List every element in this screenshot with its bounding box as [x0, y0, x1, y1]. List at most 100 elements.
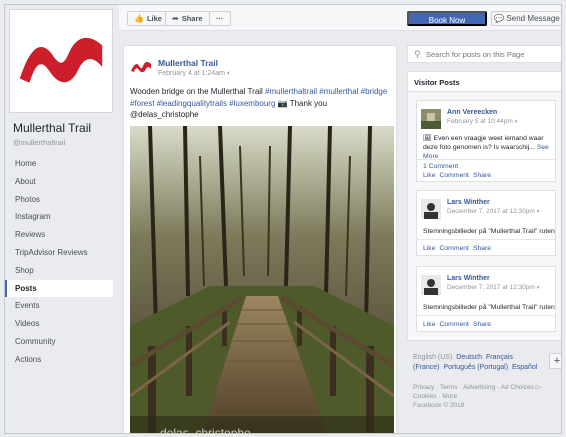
search-input[interactable]	[426, 48, 560, 61]
visitor-post-date-text: December 7, 2017 at 12:30pm	[447, 284, 535, 291]
footer-copyright: Facebook © 2018	[413, 402, 465, 409]
nav-item-tripadvisor-reviews[interactable]: TripAdvisor Reviews	[5, 244, 113, 262]
visitor-posts-title[interactable]: Visitor Posts	[414, 78, 460, 87]
photo-watermark: delas_christophe	[160, 426, 251, 434]
nav-item-about[interactable]: About	[5, 173, 113, 191]
messenger-icon: 💬	[494, 14, 507, 23]
comment-link[interactable]: Comment	[439, 321, 468, 328]
visitor-post: Lars Winther December 7, 2017 at 12:30pm…	[416, 190, 556, 256]
like-link[interactable]: Like	[423, 321, 435, 328]
globe-icon: ◐	[536, 208, 541, 215]
visitor-post: Ann Vereecken February 5 at 10:44pm ◐ 🖼 …	[416, 100, 556, 182]
nav-item-events[interactable]: Events	[5, 297, 113, 315]
send-message-label: Send Message	[506, 14, 560, 23]
comment-count-link[interactable]: 1 Comment	[423, 163, 458, 170]
post-text-part-1: Wooden bridge on the Mullerthal Trail	[130, 87, 266, 96]
nav-item-posts[interactable]: Posts	[5, 279, 113, 298]
left-column: Mullerthal Trail @mullerthaltrail Home A…	[5, 5, 115, 433]
like-link[interactable]: Like	[423, 245, 435, 252]
footer-links-line-1[interactable]: Privacy · Terms · Advertising · Ad Choic…	[413, 383, 561, 392]
visitor-name[interactable]: Ann Vereecken	[447, 109, 497, 116]
avatar-image	[421, 109, 441, 129]
avatar-image	[421, 275, 441, 295]
bridge-photo-illustration	[130, 126, 394, 433]
avatar[interactable]	[421, 109, 441, 129]
nav-item-community[interactable]: Community	[5, 333, 113, 351]
share-page-button[interactable]: ➦ Share	[165, 11, 210, 26]
page-profile-picture[interactable]	[9, 9, 113, 113]
visitor-post: Lars Winther December 7, 2017 at 12:30pm…	[416, 266, 556, 332]
add-language-button[interactable]: +	[549, 353, 561, 369]
share-arrow-icon: ➦	[172, 14, 179, 23]
nav-item-videos[interactable]: Videos	[5, 315, 113, 333]
visitor-post-actions: Like Comment Share	[423, 172, 495, 179]
language-selector: English (US) Deutsch Français (France) Port…	[413, 353, 543, 373]
post-body: Wooden bridge on the Mullerthal Trail #m…	[130, 86, 392, 121]
visitor-post-body: Even een vraagje weet iemand waar deze f…	[423, 135, 544, 151]
like-link[interactable]: Like	[423, 172, 435, 179]
visitor-post-actions: Like Comment Share	[423, 321, 495, 328]
language-link-portugues[interactable]: Português (Portugal)	[443, 364, 508, 371]
nav-item-home[interactable]: Home	[5, 155, 113, 173]
share-link[interactable]: Share	[473, 321, 491, 328]
chevron-right-icon[interactable]: ›	[561, 75, 562, 86]
footer-links-line-2[interactable]: Cookies · More	[413, 392, 561, 401]
facebook-page: Mullerthal Trail @mullerthaltrail Home A…	[4, 4, 562, 434]
visitor-post-date[interactable]: December 7, 2017 at 12:30pm ◐	[447, 284, 541, 291]
divider	[417, 159, 555, 160]
page-action-bar: 👍 Like ➦ Share ··· Book Now 💬 Send Message	[119, 5, 561, 31]
avatar-image	[421, 199, 441, 219]
share-link[interactable]: Share	[473, 245, 491, 252]
visitor-posts-panel: Visitor Posts › Ann Vereecken February 5…	[407, 71, 562, 341]
language-link-espanol[interactable]: Español	[512, 364, 537, 371]
page-nav: Home About Photos Instagram Reviews Trip…	[5, 155, 113, 369]
visitor-post-actions: Like Comment Share	[423, 245, 495, 252]
like-page-button[interactable]: 👍 Like	[127, 11, 169, 26]
avatar[interactable]	[421, 275, 441, 295]
send-message-button[interactable]: 💬 Send Message	[491, 11, 561, 26]
nav-item-shop[interactable]: Shop	[5, 262, 113, 280]
page-title: Mullerthal Trail	[13, 121, 92, 135]
camera-emoji-icon: 📷	[277, 98, 288, 108]
globe-icon: ◐	[514, 118, 519, 125]
ad-choices-icon: ▷	[535, 384, 541, 391]
post-date-text: February 4 at 1:24am	[158, 70, 225, 77]
share-link[interactable]: Share	[473, 172, 491, 179]
post-timestamp[interactable]: February 4 at 1:24am ◐	[158, 70, 231, 77]
share-label: Share	[181, 14, 203, 23]
nav-item-photos[interactable]: Photos	[5, 191, 113, 209]
page-handle[interactable]: @mullerthaltrail	[13, 138, 65, 147]
visitor-name[interactable]: Lars Winther	[447, 275, 490, 282]
footer-links-text: Privacy · Terms · Advertising · Ad Choic…	[413, 384, 534, 391]
visitor-post-date-text: December 7, 2017 at 12:30pm	[447, 208, 535, 215]
visitor-post-date[interactable]: February 5 at 10:44pm ◐	[447, 118, 519, 125]
feed-post: Mullerthal Trail February 4 at 1:24am ◐ …	[123, 45, 397, 434]
post-author-avatar[interactable]	[130, 56, 152, 78]
like-label: Like	[146, 14, 162, 23]
nav-item-actions[interactable]: Actions	[5, 351, 113, 369]
visitor-post-date[interactable]: December 7, 2017 at 12:30pm ◐	[447, 208, 541, 215]
visitor-post-text: 🖼 Even een vraagje weet iemand waar deze…	[423, 134, 555, 161]
page-footer: Privacy · Terms · Advertising · Ad Choic…	[413, 383, 561, 410]
book-now-button[interactable]: Book Now	[407, 11, 487, 26]
more-options-button[interactable]: ···	[209, 11, 231, 26]
mullerthal-logo	[10, 10, 112, 112]
avatar[interactable]	[421, 199, 441, 219]
search-icon: ⚲	[414, 49, 421, 59]
comment-link[interactable]: Comment	[439, 245, 468, 252]
visitor-post-date-text: February 5 at 10:44pm	[447, 118, 513, 125]
language-link-deutsch[interactable]: Deutsch	[456, 354, 482, 361]
nav-item-reviews[interactable]: Reviews	[5, 226, 113, 244]
visitor-post-body: Stemningsbilleder på "Mullerthal Trail" …	[423, 228, 555, 235]
thumbs-up-icon: 👍	[134, 14, 144, 23]
post-photo[interactable]: delas_christophe	[130, 126, 394, 434]
photo-icon: 🖼	[423, 135, 434, 142]
divider	[417, 315, 555, 316]
visitor-name[interactable]: Lars Winther	[447, 199, 490, 206]
visitor-post-body: Stemningsbilleder på "Mullerthal Trail" …	[423, 304, 555, 311]
post-author-name[interactable]: Mullerthal Trail	[158, 58, 218, 68]
comment-link[interactable]: Comment	[439, 172, 468, 179]
globe-icon: ◐	[536, 284, 541, 291]
current-language: English (US)	[413, 354, 453, 361]
nav-item-instagram[interactable]: Instagram	[5, 208, 113, 226]
